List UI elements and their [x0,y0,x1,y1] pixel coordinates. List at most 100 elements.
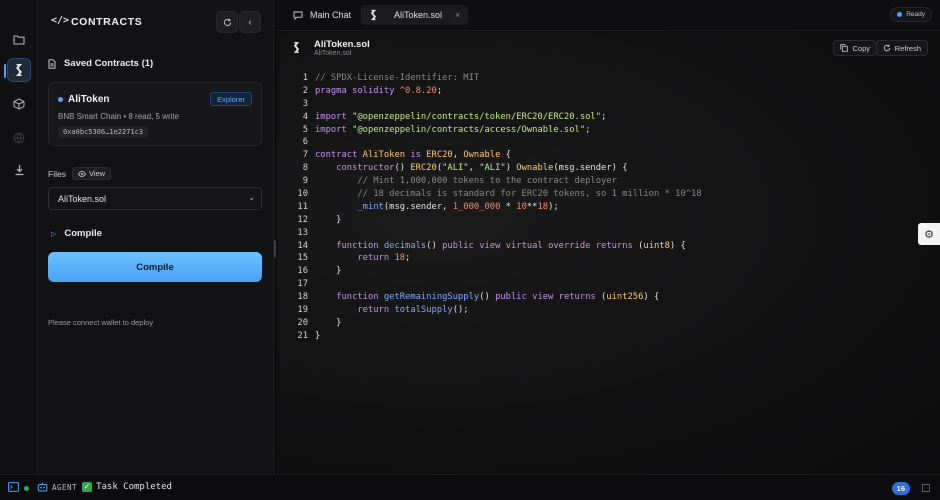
explorer-button[interactable]: Explorer [210,92,252,106]
line-number: 13 [297,227,308,238]
files-label: Files [48,168,66,179]
settings-button[interactable]: ⚙ [918,223,940,245]
line-content: function decimals() public view virtual … [336,240,686,251]
line-content: } [315,266,342,277]
view-button[interactable]: View [71,167,112,180]
code-line: 12 } [277,214,917,227]
task-status: Task Completed [96,482,172,492]
code-line: 18 function getRemainingSupply() public … [277,291,917,304]
saved-contracts-title: Saved Contracts (1) [64,58,154,69]
line-number: 5 [302,124,308,135]
code-line: 11 _mint(msg.sender, 1_000_000 * 10**18)… [277,201,917,214]
folder-icon[interactable] [7,27,31,51]
check-icon: ✓ [82,482,93,492]
file-select-value: AliToken.sol [58,194,107,204]
line-number: 2 [302,85,308,96]
download-icon[interactable] [7,158,31,182]
code-line: 8 constructor() ERC20("ALI", "ALI") Owna… [277,162,917,175]
deploy-hint: Please connect wallet to deploy [48,318,154,327]
line-content: constructor() ERC20("ALI", "ALI") Ownabl… [336,163,628,174]
panel-resize-handle[interactable] [274,240,276,258]
contract-address[interactable]: 0xa0bc5306…1e2271c3 [58,126,149,138]
notification-count[interactable]: 16 [891,482,910,495]
line-content: _mint(msg.sender, 1_000_000 * 10**18); [357,201,559,212]
copy-button[interactable]: Copy [833,40,877,56]
line-number: 9 [302,176,308,187]
line-content: } [315,214,342,225]
copy-label: Copy [852,43,870,53]
tab-label: AliToken.sol [394,10,443,20]
compile-section-label: Compile [64,228,102,239]
file-header: AliToken.sol AliToken.sol Copy Refresh [277,36,940,62]
solidity-icon[interactable] [4,58,31,82]
line-number: 8 [302,163,308,174]
cube-icon[interactable] [7,92,31,116]
line-number: 1 [302,73,308,83]
triangle-right-icon: ▷ [51,230,57,238]
line-content: } [315,317,342,328]
line-number: 21 [297,330,308,341]
copy-icon [840,44,849,52]
code-line: 10 // 18 decimals is standard for ERC20 … [277,188,917,201]
contracts-panel: </> CONTRACTS ‹ Saved Contracts (1) AliT… [38,0,274,474]
app-window: </> CONTRACTS ‹ Saved Contracts (1) AliT… [0,0,940,500]
line-number: 17 [297,279,308,290]
line-content: import "@openzeppelin/contracts/access/O… [315,124,591,135]
editor-area: Main Chat AliToken.sol × Ready AliToken.… [277,0,940,474]
tab-main-chat[interactable]: Main Chat [285,5,359,25]
line-number: 10 [297,189,308,200]
line-number: 20 [297,317,308,328]
gear-icon: ⚙ [924,228,934,241]
compile-button[interactable]: Compile [48,252,262,282]
chevron-down-icon: ⌄ [248,193,255,202]
file-title: AliToken.sol [314,39,370,50]
solidity-icon [370,9,377,21]
terminal-icon[interactable] [8,482,19,492]
code-line: 20 } [277,317,917,330]
status-badge: Ready [890,7,932,22]
chat-icon [293,11,303,20]
globe-icon[interactable] [7,126,31,150]
code-line: 19 return totalSupply(); [277,304,917,317]
code-line: 6 [277,136,917,149]
refresh-icon [883,44,890,52]
line-content: contract AliToken is ERC20, Ownable { [315,150,511,161]
contract-card[interactable]: AliToken Explorer BNB Smart Chain • 8 re… [48,82,262,146]
panel-header: </> CONTRACTS ‹ [38,8,274,36]
code-editor[interactable]: 1 // SPDX-License-Identifier: MIT 2 pragma … [277,72,917,343]
eye-icon [77,170,86,177]
code-line: 3 [277,98,917,111]
code-brackets-icon: </> [51,15,70,26]
code-line: 14 function decimals() public view virtu… [277,240,917,253]
refresh-label: Refresh [894,43,921,53]
tab-label: Main Chat [310,10,352,20]
panel-title: CONTRACTS [71,16,143,28]
collapse-panel-button[interactable]: ‹ [239,11,261,33]
compile-section-toggle[interactable]: ▷ Compile [51,228,102,239]
refresh-button[interactable]: Refresh [875,40,928,56]
line-content: } [315,330,321,341]
status-badge-label: Ready [906,11,925,18]
line-number: 15 [297,253,308,264]
layout-toggle[interactable] [922,484,930,492]
online-dot [24,486,29,491]
line-number: 4 [302,111,308,122]
code-line: 9 // Mint 1,000,000 tokens to the contra… [277,175,917,188]
close-icon[interactable]: × [455,10,460,20]
refresh-contracts-button[interactable] [216,11,238,33]
status-dot [58,97,63,102]
code-line: 4 import "@openzeppelin/contracts/token/E… [277,111,917,124]
saved-contracts-heading: Saved Contracts (1) [48,58,153,69]
contract-name: AliToken [68,94,110,105]
line-content: // SPDX-License-Identifier: MIT [315,73,480,83]
view-label: View [88,168,106,178]
line-content: // Mint 1,000,000 tokens to the contract… [357,176,617,187]
code-line: 2 pragma solidity ^0.8.20; [277,85,917,98]
tab-alitoken-sol[interactable]: AliToken.sol × [361,5,469,25]
files-row: Files View [48,167,112,180]
line-number: 12 [297,214,308,225]
tab-bar: Main Chat AliToken.sol × Ready [277,0,940,31]
file-select[interactable]: AliToken.sol ⌄ [48,187,262,210]
line-number: 7 [302,150,308,161]
code-line: 13 [277,227,917,240]
